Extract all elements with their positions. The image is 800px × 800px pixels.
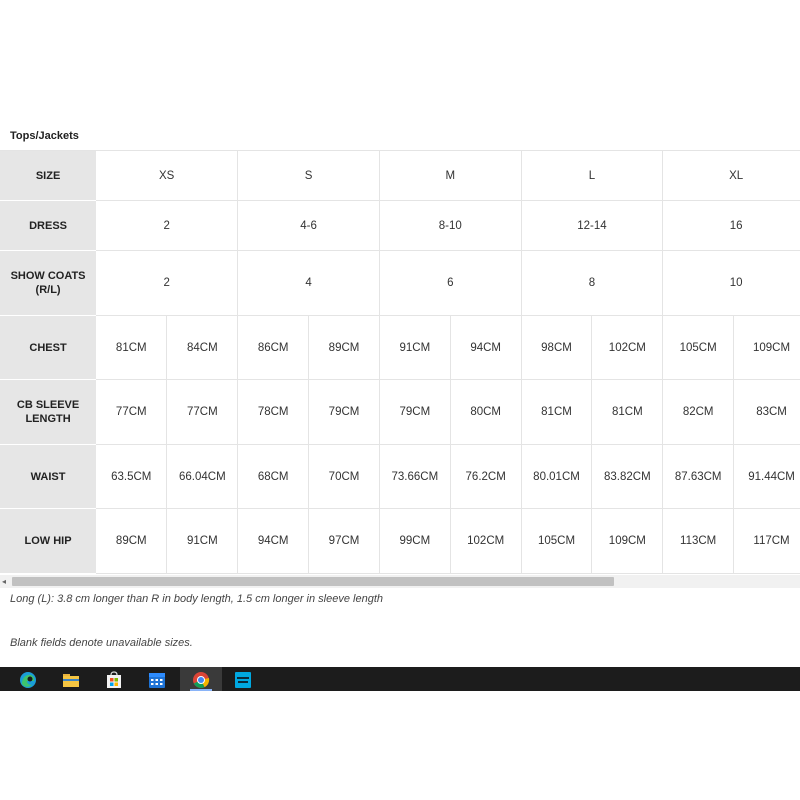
table-cell: 102CM	[591, 315, 664, 380]
size-chart-container[interactable]: SIZE XS S M L XL DRESS 2 4-6 8-10 12-14 16 SHOW COAT…	[0, 150, 800, 575]
table-cell: 77CM	[166, 379, 239, 445]
table-cell: 79CM	[379, 379, 451, 445]
table-cell: M	[379, 150, 522, 201]
table-cell: 2	[96, 200, 239, 251]
table-cell: 73.66CM	[379, 444, 451, 509]
scroll-thumb[interactable]	[12, 577, 614, 586]
table-cell: 105CM	[662, 315, 735, 380]
table-row: WAIST 63.5CM 66.04CM 68CM 70CM 73.66CM 76.2CM 8…	[0, 444, 800, 509]
table-cell: 68CM	[237, 444, 310, 509]
table-cell: 102CM	[450, 508, 522, 574]
amazon-prime-video-icon[interactable]	[234, 671, 252, 689]
table-cell: 77CM	[96, 379, 168, 445]
table-cell: 81CM	[591, 379, 664, 445]
table-cell: 105CM	[521, 508, 593, 574]
table-cell: XS	[96, 150, 239, 201]
row-label: LOW HIP	[0, 508, 97, 574]
table-cell: 87.63CM	[662, 444, 735, 509]
table-cell: 89CM	[96, 508, 168, 574]
table-cell: 109CM	[733, 315, 800, 380]
table-cell: 84CM	[166, 315, 239, 380]
table-cell: 4	[237, 250, 380, 316]
table-cell: 70CM	[308, 444, 380, 509]
table-cell: 109CM	[591, 508, 664, 574]
table-cell: 89CM	[308, 315, 380, 380]
row-label: DRESS	[0, 200, 97, 251]
table-cell: 66.04CM	[166, 444, 239, 509]
table-cell: 8	[521, 250, 664, 316]
scroll-left-arrow-icon[interactable]: ◂	[2, 577, 6, 586]
table-cell: 99CM	[379, 508, 451, 574]
table-cell: 97CM	[308, 508, 380, 574]
table-row: SHOW COATS (R/L) 2 4 6 8 10	[0, 250, 800, 316]
table-cell: 79CM	[308, 379, 380, 445]
table-cell: 76.2CM	[450, 444, 522, 509]
table-cell: 16	[662, 200, 800, 251]
table-cell: 86CM	[237, 315, 310, 380]
row-label: CHEST	[0, 315, 97, 380]
table-cell: 113CM	[662, 508, 735, 574]
table-cell: S	[237, 150, 380, 201]
table-cell: 80CM	[450, 379, 522, 445]
section-title: Tops/Jackets	[10, 130, 79, 142]
table-cell: 4-6	[237, 200, 380, 251]
microsoft-store-icon[interactable]	[105, 671, 123, 689]
table-cell: XL	[662, 150, 800, 201]
table-cell: 117CM	[733, 508, 800, 574]
edge-icon[interactable]	[19, 671, 37, 689]
table-cell: 12-14	[521, 200, 664, 251]
table-cell: 91.44CM	[733, 444, 800, 509]
table-cell: 6	[379, 250, 522, 316]
long-length-note: Long (L): 3.8 cm longer than R in body l…	[10, 593, 384, 605]
table-cell: 78CM	[237, 379, 310, 445]
row-label: CB SLEEVE LENGTH	[0, 379, 97, 445]
table-cell: 10	[662, 250, 800, 316]
table-row: LOW HIP 89CM 91CM 94CM 97CM 99CM 102CM 105CM 109…	[0, 508, 800, 574]
table-cell: 83CM	[733, 379, 800, 445]
row-label: WAIST	[0, 444, 97, 509]
chrome-icon[interactable]	[192, 671, 210, 689]
table-cell: 81CM	[96, 315, 168, 380]
table-cell: 94CM	[450, 315, 522, 380]
row-label: SHOW COATS (R/L)	[0, 250, 97, 316]
file-explorer-icon[interactable]	[62, 671, 80, 689]
table-cell: 94CM	[237, 508, 310, 574]
table-row: CHEST 81CM 84CM 86CM 89CM 91CM 94CM 98CM 102CM 10…	[0, 315, 800, 380]
table-cell: 2	[96, 250, 239, 316]
row-label: SIZE	[0, 150, 97, 201]
windows-taskbar	[0, 667, 800, 691]
table-cell: 91CM	[166, 508, 239, 574]
table-cell: 81CM	[521, 379, 593, 445]
table-cell: 63.5CM	[96, 444, 168, 509]
table-row: DRESS 2 4-6 8-10 12-14 16	[0, 200, 800, 251]
table-cell: 80.01CM	[521, 444, 593, 509]
table-cell: 98CM	[521, 315, 593, 380]
active-app-indicator	[190, 689, 212, 691]
blank-fields-note: Blank fields denote unavailable sizes.	[10, 637, 193, 649]
table-cell: 91CM	[379, 315, 451, 380]
horizontal-scrollbar[interactable]: ◂	[0, 575, 800, 588]
table-cell: 83.82CM	[591, 444, 664, 509]
size-chart-table: SIZE XS S M L XL DRESS 2 4-6 8-10 12-14 16 SHOW COAT…	[0, 150, 800, 574]
table-cell: 82CM	[662, 379, 735, 445]
table-row: CB SLEEVE LENGTH 77CM 77CM 78CM 79CM 79CM 80CM…	[0, 379, 800, 445]
calendar-icon[interactable]	[148, 671, 166, 689]
table-row: SIZE XS S M L XL	[0, 150, 800, 201]
table-cell: 8-10	[379, 200, 522, 251]
table-cell: L	[521, 150, 664, 201]
